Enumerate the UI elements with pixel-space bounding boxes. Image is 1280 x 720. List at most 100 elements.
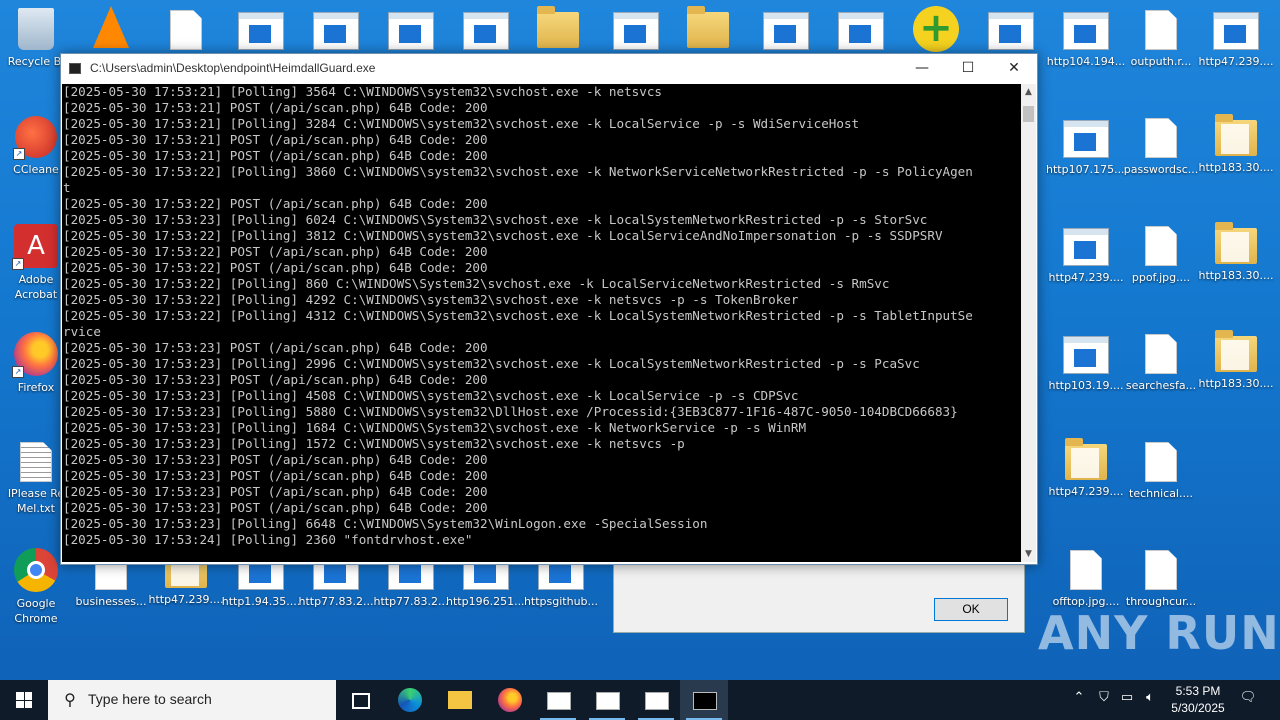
desktop-icon-label: businesses... — [75, 595, 147, 608]
console-line: [2025-05-30 17:53:23] [Polling] 6024 C:\… — [63, 212, 928, 227]
vlc-icon — [93, 6, 129, 48]
console-line: t — [63, 180, 71, 195]
desktop-icon-http47[interactable]: http47.239.... — [1198, 0, 1274, 100]
console-line: [2025-05-30 17:53:23] [Polling] 4508 C:\… — [63, 388, 799, 403]
console-line: [2025-05-30 17:53:22] POST (/api/scan.ph… — [63, 244, 488, 259]
folder-icon — [537, 6, 579, 48]
show-hidden-icons-chevron-icon[interactable]: ⌃ — [1070, 690, 1088, 710]
desktop-icon-http183[interactable]: http183.30.... — [1198, 216, 1274, 316]
scroll-down-arrow-icon[interactable]: ▼ — [1021, 546, 1036, 562]
security-tray-icon[interactable]: ⛉ — [1095, 690, 1113, 710]
desktop-icon-passwordsc[interactable]: passwordsc... — [1124, 108, 1198, 208]
desktop-icon-http47[interactable]: http47.239.... — [1048, 216, 1124, 316]
task-view-button[interactable] — [336, 680, 384, 720]
scroll-up-arrow-icon[interactable]: ▲ — [1021, 84, 1036, 100]
task-view-icon — [352, 693, 370, 709]
desktop-icon-technical[interactable]: technical.... — [1125, 432, 1197, 532]
desktop-icon-label: http183.30.... — [1198, 377, 1274, 390]
file-icon — [1145, 442, 1177, 482]
console-line: [2025-05-30 17:53:23] [Polling] 2996 C:\… — [63, 356, 920, 371]
ok-button[interactable]: OK — [934, 598, 1008, 621]
console-window[interactable]: C:\Users\admin\Desktop\endpoint\Heimdall… — [60, 53, 1038, 565]
window-file-icon — [1063, 120, 1109, 158]
clock-time: 5:53 PM — [1175, 684, 1221, 698]
desktop-icon-label: http103.19.... — [1048, 379, 1124, 392]
clock-date: 5/30/2025 — [1171, 701, 1225, 715]
taskbar-window-app-3[interactable] — [632, 680, 680, 720]
desktop-icon-http103[interactable]: http103.19.... — [1048, 324, 1124, 424]
plus-icon — [913, 6, 959, 52]
window-title: C:\Users\admin\Desktop\endpoint\Heimdall… — [90, 61, 376, 75]
desktop-icon-http107[interactable]: http107.175.... — [1046, 108, 1126, 208]
console-line: [2025-05-30 17:53:23] POST (/api/scan.ph… — [63, 500, 488, 515]
console-line: [2025-05-30 17:53:23] POST (/api/scan.ph… — [63, 484, 488, 499]
desktop-icon-http183[interactable]: http183.30.... — [1198, 108, 1274, 208]
maximize-button[interactable]: ☐ — [945, 54, 991, 84]
window-titlebar[interactable]: C:\Users\admin\Desktop\endpoint\Heimdall… — [61, 54, 1037, 84]
console-line: [2025-05-30 17:53:23] [Polling] 6648 C:\… — [63, 516, 708, 531]
desktop-icon-label: http47.239.... — [148, 593, 224, 606]
console-line: [2025-05-30 17:53:21] [Polling] 3284 C:\… — [63, 116, 860, 131]
folder-icon — [448, 691, 472, 709]
desktop-icon-label: http47.239.... — [1198, 55, 1274, 68]
desktop-icon-label: httpsgithub... — [523, 595, 599, 608]
desktop-icon-http183[interactable]: http183.30.... — [1198, 324, 1274, 424]
window-file-icon — [1063, 228, 1109, 266]
file-icon — [1145, 550, 1177, 590]
desktop-icon-label: passwordsc... — [1123, 163, 1199, 176]
desktop-icon-http47-folder[interactable]: http47.239.... — [1048, 432, 1124, 532]
folder-icon — [1215, 330, 1257, 372]
window-file-icon — [388, 12, 434, 50]
taskbar-window-app-1[interactable] — [534, 680, 582, 720]
desktop-icon-label: technical.... — [1129, 487, 1193, 500]
console-line: [2025-05-30 17:53:23] POST (/api/scan.ph… — [63, 468, 488, 483]
window-file-icon — [763, 12, 809, 50]
desktop-icon-label: searchesfa... — [1125, 379, 1197, 392]
network-icon[interactable]: ▭ — [1118, 690, 1136, 710]
search-placeholder: Type here to search — [88, 691, 212, 707]
desktop-icon-label: http1.94.35.... — [221, 595, 301, 608]
taskbar-search[interactable]: ⚲ Type here to search — [48, 680, 336, 720]
search-icon: ⚲ — [64, 690, 76, 709]
taskbar-window-app-2[interactable] — [583, 680, 631, 720]
start-button[interactable] — [0, 680, 48, 720]
console-line: [2025-05-30 17:53:21] POST (/api/scan.ph… — [63, 132, 488, 147]
volume-icon[interactable]: 🔈︎ — [1141, 690, 1159, 710]
recycle-bin-icon — [18, 8, 54, 50]
desktop-icon-label: http77.83.2... — [373, 595, 449, 608]
desktop-icon-label: http47.239.... — [1048, 271, 1124, 284]
taskbar-console[interactable] — [680, 680, 728, 720]
ccleaner-icon: ↗ — [13, 116, 57, 160]
console-line: [2025-05-30 17:53:24] [Polling] 2360 "fo… — [63, 532, 473, 547]
file-icon — [1070, 550, 1102, 590]
taskbar: ⚲ Type here to search ⌃ ⛉ ▭ 🔈︎ 5:53 PM 5… — [0, 680, 1280, 720]
desktop-icon-label: http77.83.2... — [298, 595, 374, 608]
desktop-icon-outputh[interactable]: outputh.r... — [1125, 0, 1197, 100]
text-file-icon — [20, 442, 52, 482]
taskbar-firefox[interactable] — [486, 680, 534, 720]
window-file-icon — [1063, 336, 1109, 374]
vertical-scrollbar[interactable]: ▲ ▼ — [1021, 84, 1036, 562]
desktop-icon-ppof[interactable]: ppof.jpg.... — [1125, 216, 1197, 316]
window-file-icon — [313, 12, 359, 50]
console-line: [2025-05-30 17:53:22] [Polling] 3812 C:\… — [63, 228, 943, 243]
taskbar-edge[interactable] — [386, 680, 434, 720]
firefox-icon: ↗ — [12, 332, 58, 378]
chrome-icon — [14, 548, 58, 592]
notifications-icon[interactable]: 🗨︎ — [1238, 690, 1258, 710]
taskbar-file-explorer[interactable] — [436, 680, 484, 720]
console-output[interactable]: [2025-05-30 17:53:21] [Polling] 3564 C:\… — [62, 84, 1021, 562]
close-button[interactable]: ✕ — [991, 54, 1037, 84]
desktop-icon-http104[interactable]: http104.194... — [1047, 0, 1125, 100]
desktop-icon-searchesfa[interactable]: searchesfa... — [1125, 324, 1197, 424]
scrollbar-thumb[interactable] — [1023, 106, 1034, 122]
anyrun-watermark: ANY RUN — [1038, 606, 1280, 660]
taskbar-clock[interactable]: 5:53 PM 5/30/2025 — [1160, 683, 1236, 717]
desktop-icon-label: http183.30.... — [1198, 269, 1274, 282]
console-line: [2025-05-30 17:53:22] [Polling] 4292 C:\… — [63, 292, 799, 307]
console-icon — [693, 692, 717, 710]
windows-logo-icon — [16, 692, 32, 708]
minimize-button[interactable]: — — [899, 54, 945, 84]
console-line: [2025-05-30 17:53:21] POST (/api/scan.ph… — [63, 148, 488, 163]
desktop-icon-label: http107.175.... — [1046, 163, 1126, 176]
